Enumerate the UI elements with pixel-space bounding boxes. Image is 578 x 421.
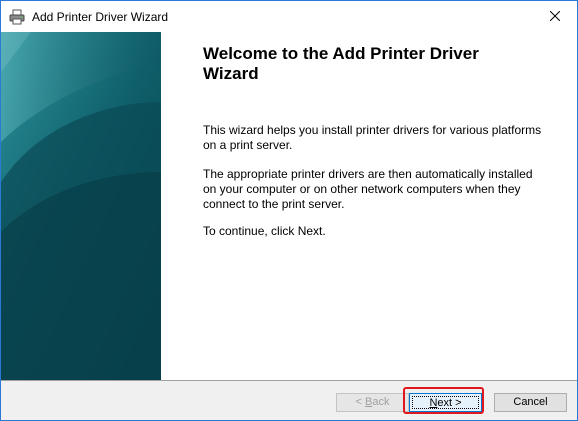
- cancel-button[interactable]: Cancel: [494, 393, 567, 412]
- focus-rectangle: Next >: [412, 396, 479, 409]
- wizard-footer: < Back Next > Cancel: [1, 381, 577, 420]
- back-button-prefix: <: [355, 396, 365, 408]
- next-button-label: ext >: [437, 397, 462, 409]
- printer-icon: [9, 9, 25, 25]
- next-button[interactable]: Next >: [409, 393, 482, 412]
- window-title: Add Printer Driver Wizard: [32, 10, 169, 24]
- title-bar[interactable]: Add Printer Driver Wizard: [1, 1, 577, 32]
- close-icon: [549, 8, 560, 26]
- wizard-window: Add Printer Driver Wizard Welcome to the…: [0, 0, 578, 421]
- back-button[interactable]: < Back: [336, 393, 409, 412]
- back-button-label: ack: [372, 396, 390, 408]
- intro-paragraph: This wizard helps you install printer dr…: [203, 123, 542, 152]
- page-title: Welcome to the Add Printer Driver Wizard: [203, 44, 479, 83]
- wizard-banner-image: [1, 32, 161, 380]
- description-paragraph: The appropriate printer drivers are then…: [203, 167, 533, 211]
- close-button[interactable]: [532, 1, 577, 32]
- wizard-content: Welcome to the Add Printer Driver Wizard…: [1, 32, 577, 380]
- instruction-paragraph: To continue, click Next.: [203, 224, 326, 238]
